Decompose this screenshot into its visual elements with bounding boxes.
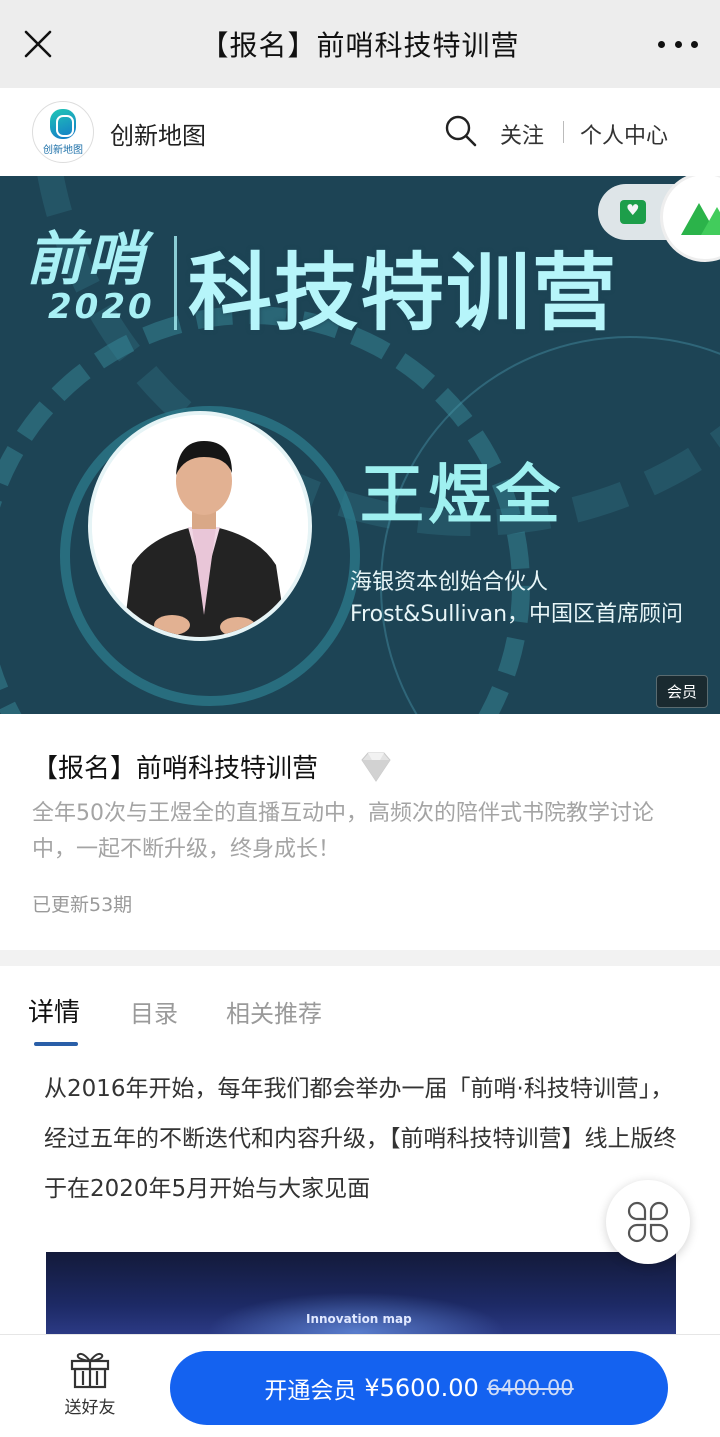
- course-info: 【报名】前哨科技特训营 全年50次与王煜全的直播互动中，高频次的陪伴式书院教学讨…: [0, 714, 720, 950]
- speaker-role-1: 海银资本创始合伙人: [350, 570, 549, 595]
- tab-details[interactable]: 详情: [28, 992, 80, 1029]
- member-badge: 会员: [656, 675, 709, 708]
- member-price: ¥5600.00: [364, 1374, 479, 1402]
- gift-icon: [70, 1352, 110, 1389]
- course-description: 全年50次与王煜全的直播互动中，高频次的陪伴式书院教学讨论中，一起不断升级，终身…: [32, 801, 654, 862]
- buy-label: 开通会员: [264, 1378, 357, 1404]
- account-avatar[interactable]: 创新地图: [32, 101, 94, 163]
- diamond-icon: [361, 752, 391, 782]
- speaker-name: 王煜全: [360, 459, 564, 533]
- follow-button[interactable]: 关注: [500, 118, 544, 150]
- window-title: 【报名】前哨科技特训营: [200, 29, 520, 62]
- original-price: 6400.00: [486, 1376, 574, 1400]
- active-tab-indicator: [34, 1042, 78, 1046]
- gift-friend-button[interactable]: 送好友: [54, 1349, 126, 1429]
- banner-brand: 前哨 2020: [26, 228, 155, 324]
- account-header: 创新地图 创新地图 关注 个人中心: [0, 88, 720, 176]
- banner-brand-year: 2020: [48, 287, 155, 327]
- section-divider: [0, 950, 720, 966]
- content-tabs: 详情 目录 相关推荐: [0, 966, 720, 1048]
- article-photo: Innovation map: [46, 1252, 676, 1342]
- globe-icon: [50, 108, 76, 139]
- photo-logo-text: Innovation map: [306, 1312, 412, 1326]
- favorite-icon[interactable]: [620, 200, 646, 224]
- floating-game-icon[interactable]: [660, 176, 720, 262]
- title-bar: 【报名】前哨科技特训营: [0, 0, 720, 88]
- close-icon[interactable]: [18, 24, 58, 64]
- divider: [563, 121, 564, 143]
- tab-recommendations[interactable]: 相关推荐: [226, 994, 322, 1029]
- tab-catalog[interactable]: 目录: [130, 994, 178, 1029]
- gift-label: 送好友: [64, 1398, 116, 1418]
- course-banner: 前哨 2020 科技特训营 王煜全 海银资本创始合伙人 Frost&Sulliv…: [0, 176, 720, 714]
- banner-brand-top: 前哨: [26, 225, 147, 293]
- personal-center-link[interactable]: 个人中心: [580, 118, 668, 150]
- menu-grid-button[interactable]: [606, 1180, 690, 1264]
- search-icon[interactable]: [444, 114, 478, 148]
- account-name[interactable]: 创新地图: [110, 116, 206, 151]
- article-paragraph: 从2016年开始，每年我们都会举办一届「前哨·科技特训营」，经过五年的不断迭代和…: [44, 1076, 677, 1202]
- grid-icon: [627, 1201, 669, 1243]
- speaker-portrait: [88, 411, 312, 641]
- update-count: 已更新53期: [32, 894, 133, 916]
- person-photo: [92, 415, 308, 637]
- open-membership-button[interactable]: 开通会员 ¥5600.00 6400.00: [170, 1351, 668, 1425]
- more-options-icon[interactable]: [658, 30, 698, 58]
- course-title: 【报名】前哨科技特训营: [32, 754, 319, 784]
- banner-headline: 科技特训营: [188, 244, 619, 342]
- avatar-logo-text: 创新地图: [43, 144, 83, 156]
- bottom-action-bar: 送好友 开通会员 ¥5600.00 6400.00: [0, 1334, 720, 1437]
- speaker-role-2: Frost&Sullivan，中国区首席顾问: [350, 602, 684, 627]
